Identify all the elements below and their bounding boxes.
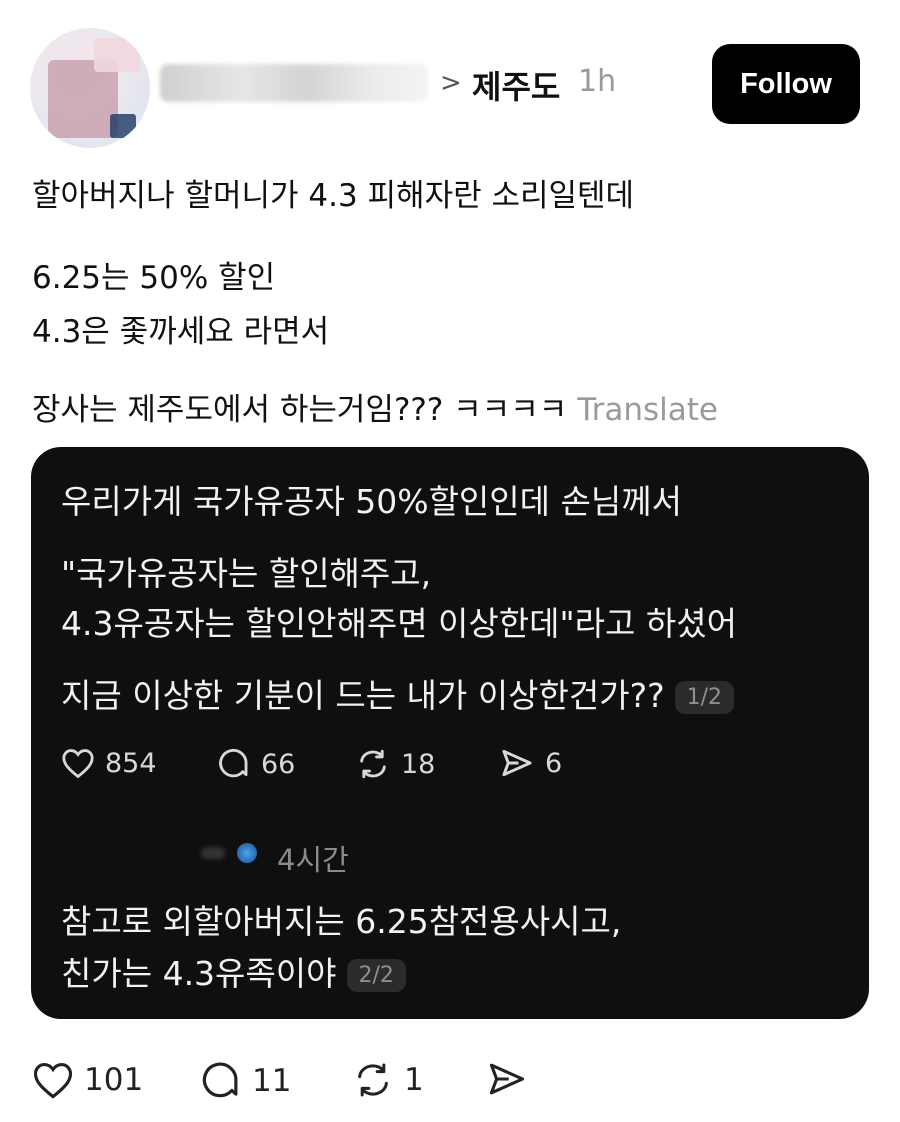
reply-username-redacted [201, 847, 225, 859]
embedded-repost-count: 18 [401, 748, 436, 780]
embedded-image[interactable]: 우리가게 국가유공자 50%할인인데 손님께서 "국가유공자는 할인해주고, 4… [31, 447, 869, 1019]
page-indicator-2: 2/2 [346, 959, 406, 992]
embedded-share: 6 [499, 747, 562, 779]
comment-icon [219, 748, 248, 778]
embedded-text-line-3: 4.3유공자는 할인안해주면 이상한데"라고 하셨어 [61, 604, 737, 643]
share-icon [489, 1063, 525, 1095]
reply-text-line-2: 친가는 4.3유족이야 2/2 [61, 947, 406, 995]
post-time: 1h [578, 64, 617, 99]
reply-text-line-1: 참고로 외할아버지는 6.25참전용사시고, [61, 902, 622, 941]
embedded-like: 854 [61, 747, 157, 779]
repost-button[interactable]: 1 [352, 1060, 424, 1100]
repost-icon [360, 749, 386, 779]
share-icon [502, 749, 532, 777]
reply-button[interactable]: 11 [200, 1060, 291, 1102]
embedded-text-line-4-content: 지금 이상한 기분이 드는 내가 이상한건가?? [61, 676, 665, 715]
follow-button[interactable]: Follow [712, 44, 860, 124]
embedded-like-count: 854 [105, 747, 157, 779]
repost-count: 1 [404, 1062, 424, 1098]
reply-count: 11 [252, 1063, 292, 1099]
repost-icon [358, 1063, 388, 1097]
embedded-reply: 66 [217, 747, 295, 781]
embedded-reply-count: 66 [261, 748, 296, 780]
reply-text-line-2-content: 친가는 4.3유족이야 [61, 954, 337, 993]
translate-link[interactable]: Translate [577, 392, 718, 428]
chevron-right-icon: > [440, 68, 462, 98]
embedded-repost: 18 [355, 747, 435, 781]
avatar[interactable] [30, 28, 150, 148]
reply-time: 4시간 [277, 843, 349, 877]
like-button[interactable]: 101 [32, 1060, 143, 1100]
post-text-line-2: 6.25는 50% 할인 [32, 260, 276, 296]
community-name[interactable]: 제주도 [472, 62, 560, 108]
embedded-text-line-2: "국가유공자는 할인해주고, [61, 554, 432, 593]
like-count: 101 [84, 1062, 144, 1098]
post-text-line-3: 4.3은 좇까세요 라면서 [32, 314, 330, 350]
reply-avatar [237, 843, 257, 863]
heart-icon [62, 749, 94, 779]
post-text-line-4-content: 장사는 제주도에서 하는거임??? ㅋㅋㅋㅋ [32, 392, 568, 428]
page-indicator-1: 1/2 [674, 681, 735, 714]
embedded-share-count: 6 [545, 747, 563, 779]
username-redacted[interactable] [160, 64, 428, 102]
embedded-text-line-4: 지금 이상한 기분이 드는 내가 이상한건가?? 1/2 [61, 669, 735, 717]
embedded-text-line-1: 우리가게 국가유공자 50%할인인데 손님께서 [61, 482, 682, 521]
comment-icon [202, 1062, 238, 1098]
heart-icon [33, 1063, 73, 1099]
share-button[interactable] [486, 1060, 538, 1098]
post-text-line-1: 할아버지나 할머니가 4.3 피해자란 소리일텐데 [32, 178, 635, 214]
post-text-line-4: 장사는 제주도에서 하는거임??? ㅋㅋㅋㅋ Translate [32, 384, 718, 429]
